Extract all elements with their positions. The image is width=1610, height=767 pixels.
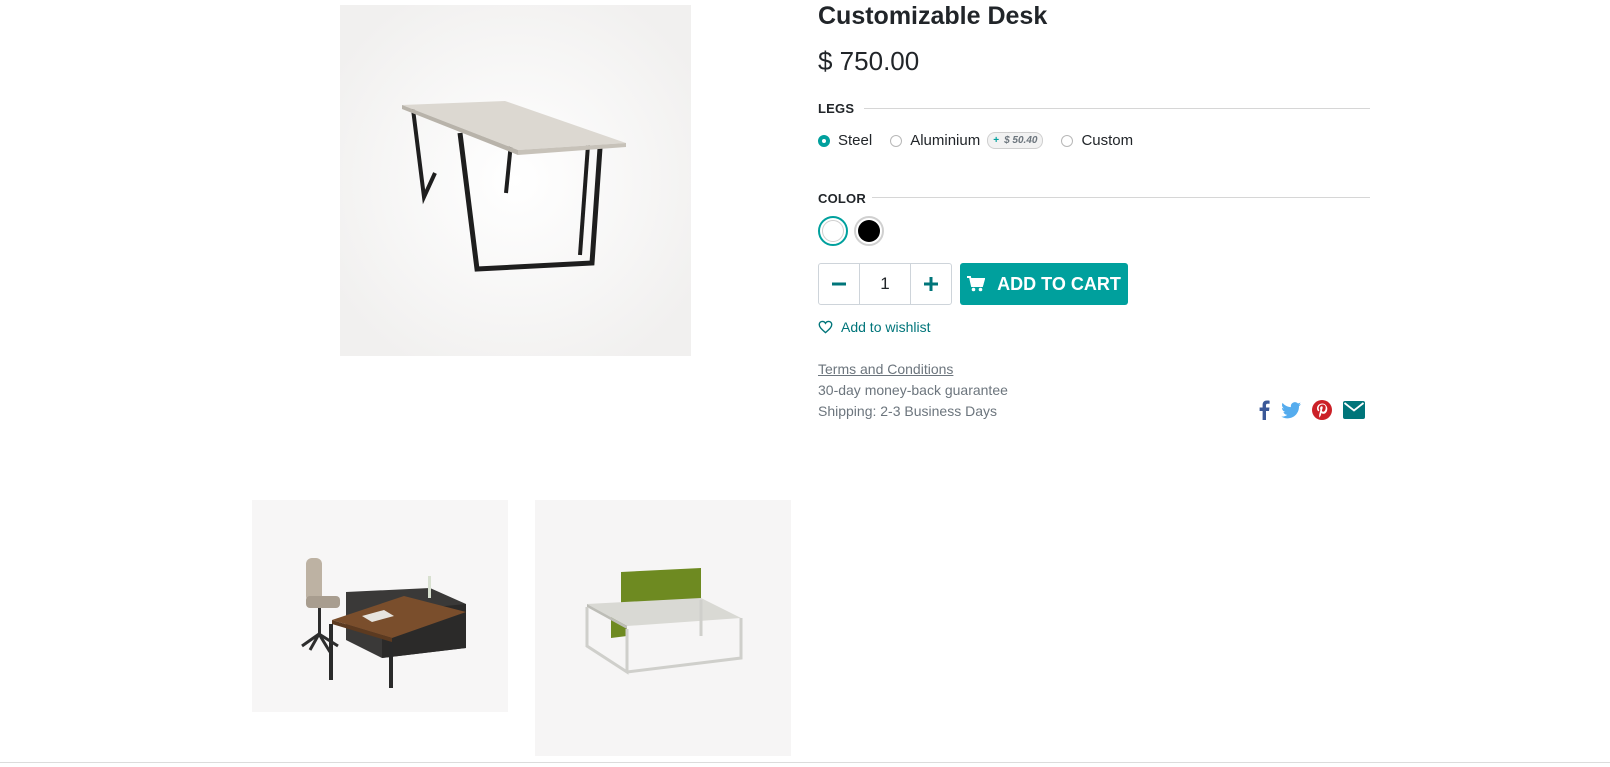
color-swatches [818, 216, 890, 246]
swatch-fill [858, 220, 880, 242]
quantity-increase-button[interactable] [910, 263, 952, 305]
office-desk-illustration [252, 500, 508, 756]
quantity-stepper [818, 263, 952, 305]
terms-and-conditions-link[interactable]: Terms and Conditions [818, 361, 953, 377]
radio-button[interactable] [1061, 134, 1074, 147]
shopping-cart-icon [967, 276, 986, 292]
email-icon[interactable] [1343, 401, 1365, 419]
quantity-decrease-button[interactable] [818, 263, 860, 305]
color-attribute-label: COLOR [818, 191, 866, 206]
radio-button[interactable] [890, 134, 903, 147]
radio-button-checked[interactable] [818, 134, 830, 147]
plus-icon [924, 277, 938, 291]
shipping-text: Shipping: 2-3 Business Days [818, 403, 997, 419]
desk-illustration [340, 5, 691, 356]
legs-option-label: Aluminium [910, 132, 981, 149]
bottom-divider [0, 762, 1610, 763]
pinterest-icon[interactable] [1312, 400, 1332, 420]
product-page: Customizable Desk $ 750.00 LEGS Steel Al… [0, 0, 1610, 767]
legs-option-steel[interactable]: Steel [818, 132, 872, 149]
plus-sign: + [993, 135, 1000, 146]
share-links [1258, 400, 1376, 420]
add-to-wishlist-link[interactable]: Add to wishlist [818, 319, 930, 335]
product-thumbnail-1[interactable] [252, 500, 508, 756]
add-to-cart-label: ADD TO CART [997, 273, 1121, 294]
minus-icon [832, 282, 846, 286]
legs-option-custom[interactable]: Custom [1061, 132, 1133, 149]
price-extra-value: $ 50.40 [1004, 135, 1038, 146]
product-thumbnail-2[interactable] [535, 500, 791, 756]
product-main-image [340, 5, 691, 356]
wishlist-label: Add to wishlist [841, 319, 931, 335]
legs-option-aluminium[interactable]: Aluminium + $ 50.40 [890, 132, 1044, 149]
price-extra-badge: + $ 50.40 [987, 132, 1044, 149]
add-to-cart-button[interactable]: ADD TO CART [960, 263, 1128, 305]
bench-desk-illustration [535, 500, 791, 756]
guarantee-text: 30-day money-back guarantee [818, 382, 1008, 398]
quantity-input[interactable] [860, 263, 910, 305]
color-divider [872, 197, 1370, 198]
product-price: $ 750.00 [818, 46, 920, 76]
legs-option-label: Custom [1081, 132, 1134, 149]
legs-divider [864, 108, 1370, 109]
heart-icon [818, 320, 833, 334]
product-title: Customizable Desk [818, 2, 1048, 30]
legs-options: Steel Aluminium + $ 50.40 Custom [818, 132, 1151, 149]
color-swatch-white[interactable] [818, 216, 848, 246]
twitter-icon[interactable] [1281, 401, 1301, 419]
swatch-fill [822, 220, 844, 242]
legs-option-label: Steel [838, 132, 873, 149]
legs-attribute-label: LEGS [818, 101, 855, 116]
facebook-icon[interactable] [1258, 400, 1270, 420]
color-swatch-black[interactable] [854, 216, 884, 246]
